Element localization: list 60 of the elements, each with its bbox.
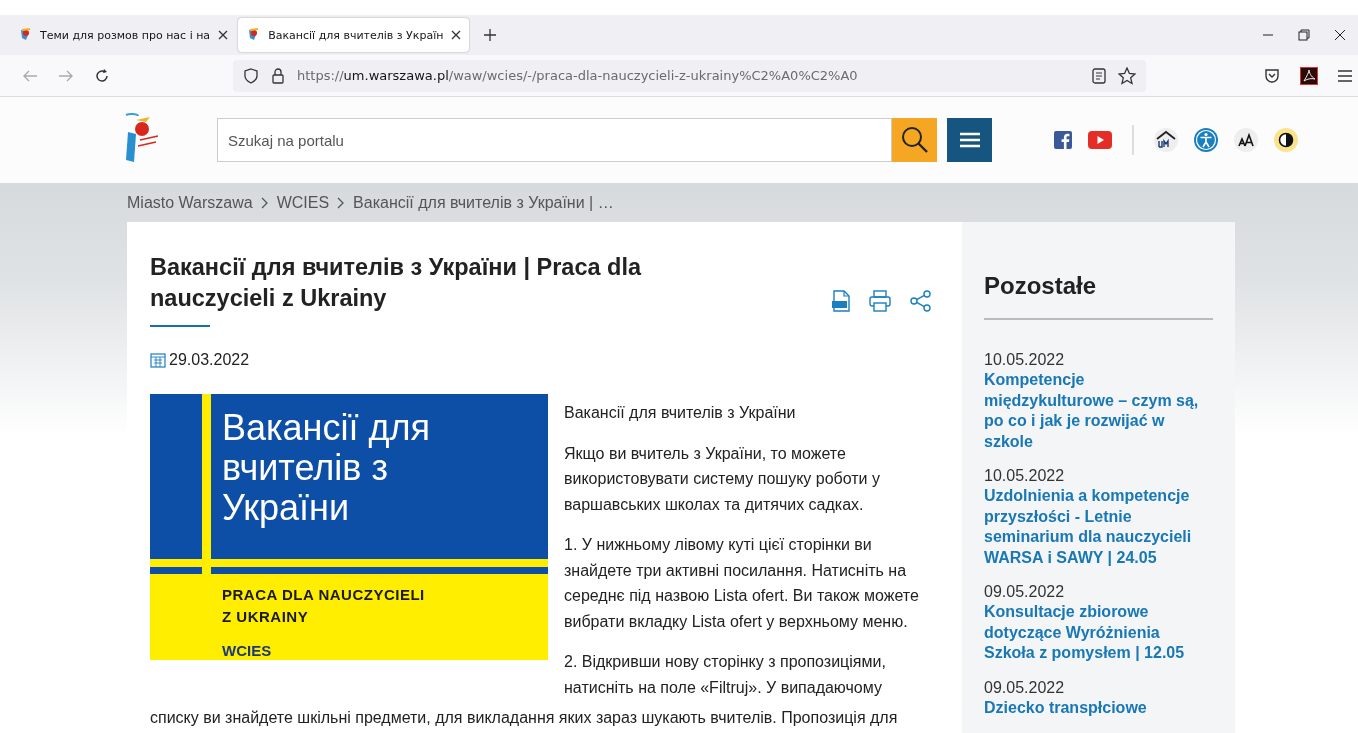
reader-view-icon[interactable] — [1092, 67, 1106, 84]
accessibility-icon[interactable] — [1194, 128, 1218, 152]
address-bar[interactable]: https://um.warszawa.pl/waw/wcies/-/praca-dla-nauczycieli-z-ukrainy%C2%A0%C2%A0 — [233, 59, 1146, 92]
news-date: 09.05.2022 — [984, 677, 1066, 698]
search-field[interactable]: Szukaj na portalu — [217, 118, 892, 162]
pdf-extension-icon[interactable] — [1300, 66, 1318, 85]
menu-button[interactable] — [947, 118, 992, 162]
paragraph: Якщо ви вчитель з України, то можете використовувати систему пошуку роботи у варшавських школах та дитячих садках. — [564, 443, 881, 515]
paragraph: 2. Відкривши нову сторінку з пропозиціями, натисніть на поле «Filtruj». У випадаючому — [564, 652, 887, 698]
pdf-file-icon[interactable] — [831, 290, 851, 312]
news-link[interactable]: Uzdolnienia a kompetencje przyszłości - Letnie seminarium dla nauczycieli WARSA i SAWY | 24.05 — [984, 486, 1213, 568]
news-link[interactable]: Dziecko transpłciowe — [984, 697, 1213, 718]
tab-title: Вакансії для вчителів з Україн — [268, 28, 444, 42]
banner-title: Вакансії для вчителів з України — [222, 408, 431, 528]
banner-subtitle: PRACA DLA NAUCZYCIELI Z UKRAINY — [222, 585, 425, 627]
close-icon[interactable] — [218, 30, 229, 40]
tab-title: Теми для розмов про нас і на — [40, 28, 211, 42]
font-size-icon[interactable] — [1234, 128, 1258, 152]
news-date: 10.05.2022 — [984, 466, 1066, 486]
share-icon[interactable] — [909, 290, 933, 312]
close-icon[interactable] — [1334, 29, 1346, 41]
close-icon[interactable] — [451, 30, 462, 40]
site-favicon — [18, 28, 32, 42]
search-button[interactable] — [892, 118, 937, 162]
reload-icon[interactable] — [94, 67, 110, 84]
news-date: 09.05.2022 — [984, 582, 1066, 602]
new-tab-icon[interactable] — [483, 28, 498, 42]
menu-icon — [959, 132, 980, 148]
pocket-icon[interactable] — [1264, 67, 1280, 84]
url-text: https://um.warszawa.pl/waw/wcies/-/praca-dla-nauczycieli-z-ukrainy%C2%A0%C2%A0 — [297, 68, 859, 83]
search-icon — [900, 126, 929, 154]
paragraph: 1. У нижньому лівому куті цієї сторінки ви знайдете три активні посилання. Натисніть на середнє під назвою Lista ofert. Ви також можете вибрати вкладку Lista ofert у верхньому меню. — [564, 535, 920, 632]
breadcrumb-link[interactable]: Вакансії для вчителів з України | … — [353, 193, 614, 212]
video-play-icon[interactable] — [1088, 131, 1112, 149]
article-title: Вакансії для вчителів з України | Praca dla nauczycieli z Ukrainy — [150, 253, 643, 313]
publish-date: 29.03.2022 — [169, 351, 250, 369]
paragraph: Вакансії для вчителів з України — [564, 403, 797, 423]
menu-icon[interactable] — [1338, 69, 1352, 82]
building-icon[interactable] — [1154, 128, 1178, 152]
calendar-icon — [150, 352, 166, 368]
news-link[interactable]: Kompetencje międzykulturowe – czym są, po co i jak je rozwijać w szkole — [984, 370, 1213, 452]
breadcrumb-link[interactable]: WCIES — [276, 193, 330, 212]
chevron-right-icon — [337, 196, 346, 209]
shield-icon — [243, 67, 259, 84]
browser-tab[interactable]: Вакансії для вчителів з Україн — [238, 18, 470, 52]
news-link[interactable]: Konsultacje zbiorowe dotyczące Wyróżnienia Szkoła z pomysłem | 12.05 — [984, 602, 1213, 664]
browser-tab[interactable]: Теми для розмов про нас і на — [10, 18, 237, 52]
news-date: 10.05.2022 — [984, 350, 1066, 370]
breadcrumb-link[interactable]: Miasto Warszawa — [127, 193, 253, 212]
chevron-right-icon — [260, 196, 269, 209]
site-favicon — [246, 28, 261, 42]
print-icon[interactable] — [869, 290, 891, 312]
star-icon[interactable] — [1118, 66, 1136, 85]
contrast-icon[interactable] — [1274, 128, 1298, 152]
facebook-icon[interactable] — [1054, 131, 1072, 149]
paragraph: списку ви знайдете шкільні предмети, для викладання яких зараз шукають вчителів. Пропозиція для — [150, 708, 899, 728]
banner-logo-text: WCIES — [222, 641, 272, 660]
lock-icon — [271, 67, 285, 84]
sidebar-heading: Pozostałe — [984, 272, 1213, 320]
restore-icon[interactable] — [1298, 29, 1310, 41]
